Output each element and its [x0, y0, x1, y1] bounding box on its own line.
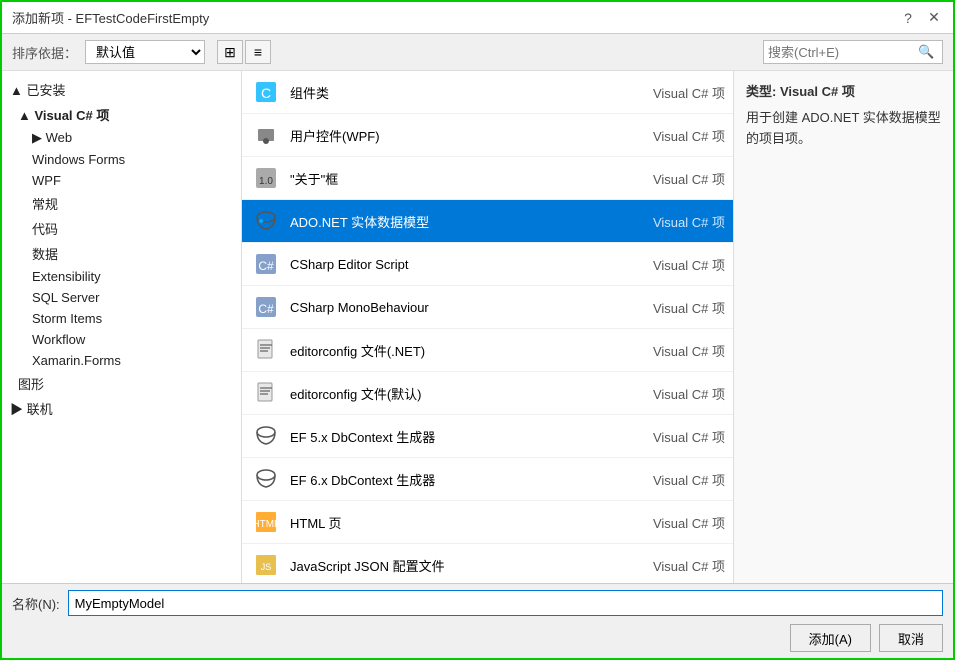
- btn-row: 添加(A) 取消: [12, 624, 943, 652]
- tree-item-vcsharp[interactable]: ▲ Visual C# 项: [2, 102, 241, 127]
- item-name: JavaScript JSON 配置文件: [290, 556, 635, 575]
- item-category: Visual C# 项: [635, 470, 725, 489]
- main-content: ▲ 已安装▲ Visual C# 项▶ WebWindows FormsWPF常…: [2, 71, 953, 583]
- name-row: 名称(N):: [12, 590, 943, 616]
- list-view-button[interactable]: ≡: [245, 40, 271, 64]
- item-name: editorconfig 文件(默认): [290, 384, 635, 403]
- list-item[interactable]: 用户控件(WPF)Visual C# 项: [242, 114, 733, 157]
- search-box[interactable]: 🔍: [763, 40, 943, 64]
- item-name: EF 6.x DbContext 生成器: [290, 470, 635, 489]
- item-category: Visual C# 项: [635, 384, 725, 403]
- item-name: EF 5.x DbContext 生成器: [290, 427, 635, 446]
- item-icon: C: [250, 76, 282, 108]
- list-item[interactable]: editorconfig 文件(.NET)Visual C# 项: [242, 329, 733, 372]
- add-new-item-dialog: 添加新项 - EFTestCodeFirstEmpty ? ✕ 排序依据： 默认…: [0, 0, 955, 660]
- sort-label: 排序依据：: [12, 43, 77, 62]
- title-bar: 添加新项 - EFTestCodeFirstEmpty ? ✕: [2, 2, 953, 34]
- tree-item-data[interactable]: 数据: [2, 241, 241, 266]
- item-icon: [250, 205, 282, 237]
- item-category: Visual C# 项: [635, 83, 725, 102]
- dialog-title: 添加新项 - EFTestCodeFirstEmpty: [12, 8, 209, 27]
- svg-text:C#: C#: [258, 302, 274, 316]
- close-button[interactable]: ✕: [925, 9, 943, 27]
- item-name: editorconfig 文件(.NET): [290, 341, 635, 360]
- title-controls: ? ✕: [899, 9, 943, 27]
- item-category: Visual C# 项: [635, 169, 725, 188]
- item-category: Visual C# 项: [635, 298, 725, 317]
- info-panel: 类型: Visual C# 项 用于创建 ADO.NET 实体数据模型的项目项。: [733, 71, 953, 583]
- list-item[interactable]: ADO.NET 实体数据模型Visual C# 项: [242, 200, 733, 243]
- list-item[interactable]: C 组件类Visual C# 项: [242, 71, 733, 114]
- item-name: CSharp MonoBehaviour: [290, 300, 635, 315]
- name-label: 名称(N):: [12, 594, 60, 613]
- item-icon: [250, 334, 282, 366]
- item-icon: C#: [250, 248, 282, 280]
- list-item[interactable]: editorconfig 文件(默认)Visual C# 项: [242, 372, 733, 415]
- svg-text:HTML: HTML: [252, 519, 280, 530]
- item-category: Visual C# 项: [635, 427, 725, 446]
- item-name: ADO.NET 实体数据模型: [290, 212, 635, 231]
- tree-item-installed[interactable]: ▲ 已安装: [2, 77, 241, 102]
- top-bar: 排序依据： 默认值 ⊞ ≡ 🔍: [2, 34, 953, 71]
- list-item[interactable]: C# CSharp MonoBehaviourVisual C# 项: [242, 286, 733, 329]
- tree-item-web[interactable]: ▶ Web: [2, 127, 241, 149]
- tree-item-online[interactable]: ▶ 联机: [2, 396, 241, 421]
- item-name: 组件类: [290, 83, 635, 102]
- item-icon: [250, 377, 282, 409]
- svg-text:1.0: 1.0: [259, 176, 273, 187]
- item-name: 用户控件(WPF): [290, 126, 635, 145]
- info-type: 类型: Visual C# 项: [746, 81, 941, 100]
- item-icon: [250, 119, 282, 151]
- info-description: 用于创建 ADO.NET 实体数据模型的项目项。: [746, 108, 941, 150]
- item-category: Visual C# 项: [635, 513, 725, 532]
- add-button[interactable]: 添加(A): [790, 624, 871, 652]
- help-button[interactable]: ?: [899, 9, 917, 27]
- item-name: "关于"框: [290, 169, 635, 188]
- grid-view-button[interactable]: ⊞: [217, 40, 243, 64]
- tree-item-stormitems[interactable]: Storm Items: [2, 308, 241, 329]
- tree-item-normal[interactable]: 常规: [2, 191, 241, 216]
- item-icon: HTML: [250, 506, 282, 538]
- svg-text:C#: C#: [258, 259, 274, 273]
- item-category: Visual C# 项: [635, 341, 725, 360]
- item-icon: [250, 420, 282, 452]
- svg-text:JS: JS: [261, 562, 272, 572]
- item-category: Visual C# 项: [635, 255, 725, 274]
- list-item[interactable]: EF 6.x DbContext 生成器Visual C# 项: [242, 458, 733, 501]
- list-item[interactable]: EF 5.x DbContext 生成器Visual C# 项: [242, 415, 733, 458]
- list-item[interactable]: JS JavaScript JSON 配置文件Visual C# 项: [242, 544, 733, 583]
- dialog-body: 排序依据： 默认值 ⊞ ≡ 🔍 ▲ 已安装▲ Visual C# 项▶ WebW…: [2, 34, 953, 658]
- tree-item-wpf[interactable]: WPF: [2, 170, 241, 191]
- cancel-button[interactable]: 取消: [879, 624, 943, 652]
- view-buttons: ⊞ ≡: [217, 40, 271, 64]
- bottom-bar: 名称(N): 添加(A) 取消: [2, 583, 953, 658]
- item-category: Visual C# 项: [635, 212, 725, 231]
- tree-item-graphics[interactable]: 图形: [2, 371, 241, 396]
- item-icon: C#: [250, 291, 282, 323]
- list-item[interactable]: HTML HTML 页Visual C# 项: [242, 501, 733, 544]
- item-name: CSharp Editor Script: [290, 257, 635, 272]
- search-input[interactable]: [768, 45, 918, 60]
- item-icon: [250, 463, 282, 495]
- tree-item-workflow[interactable]: Workflow: [2, 329, 241, 350]
- item-icon: 1.0: [250, 162, 282, 194]
- tree-item-extensibility[interactable]: Extensibility: [2, 266, 241, 287]
- item-category: Visual C# 项: [635, 126, 725, 145]
- tree-item-code[interactable]: 代码: [2, 216, 241, 241]
- item-name: HTML 页: [290, 513, 635, 532]
- list-item[interactable]: 1.0 "关于"框Visual C# 项: [242, 157, 733, 200]
- search-icon: 🔍: [918, 44, 934, 60]
- item-category: Visual C# 项: [635, 556, 725, 575]
- name-input[interactable]: [68, 590, 943, 616]
- list-panel: C组件类Visual C# 项用户控件(WPF)Visual C# 项1.0"关…: [242, 71, 733, 583]
- svg-text:C: C: [261, 85, 271, 101]
- item-icon: JS: [250, 549, 282, 581]
- list-item[interactable]: C# CSharp Editor ScriptVisual C# 项: [242, 243, 733, 286]
- tree-item-sqlserver[interactable]: SQL Server: [2, 287, 241, 308]
- sort-select[interactable]: 默认值: [85, 40, 205, 64]
- tree-panel: ▲ 已安装▲ Visual C# 项▶ WebWindows FormsWPF常…: [2, 71, 242, 583]
- tree-item-xamarin[interactable]: Xamarin.Forms: [2, 350, 241, 371]
- tree-item-winforms[interactable]: Windows Forms: [2, 149, 241, 170]
